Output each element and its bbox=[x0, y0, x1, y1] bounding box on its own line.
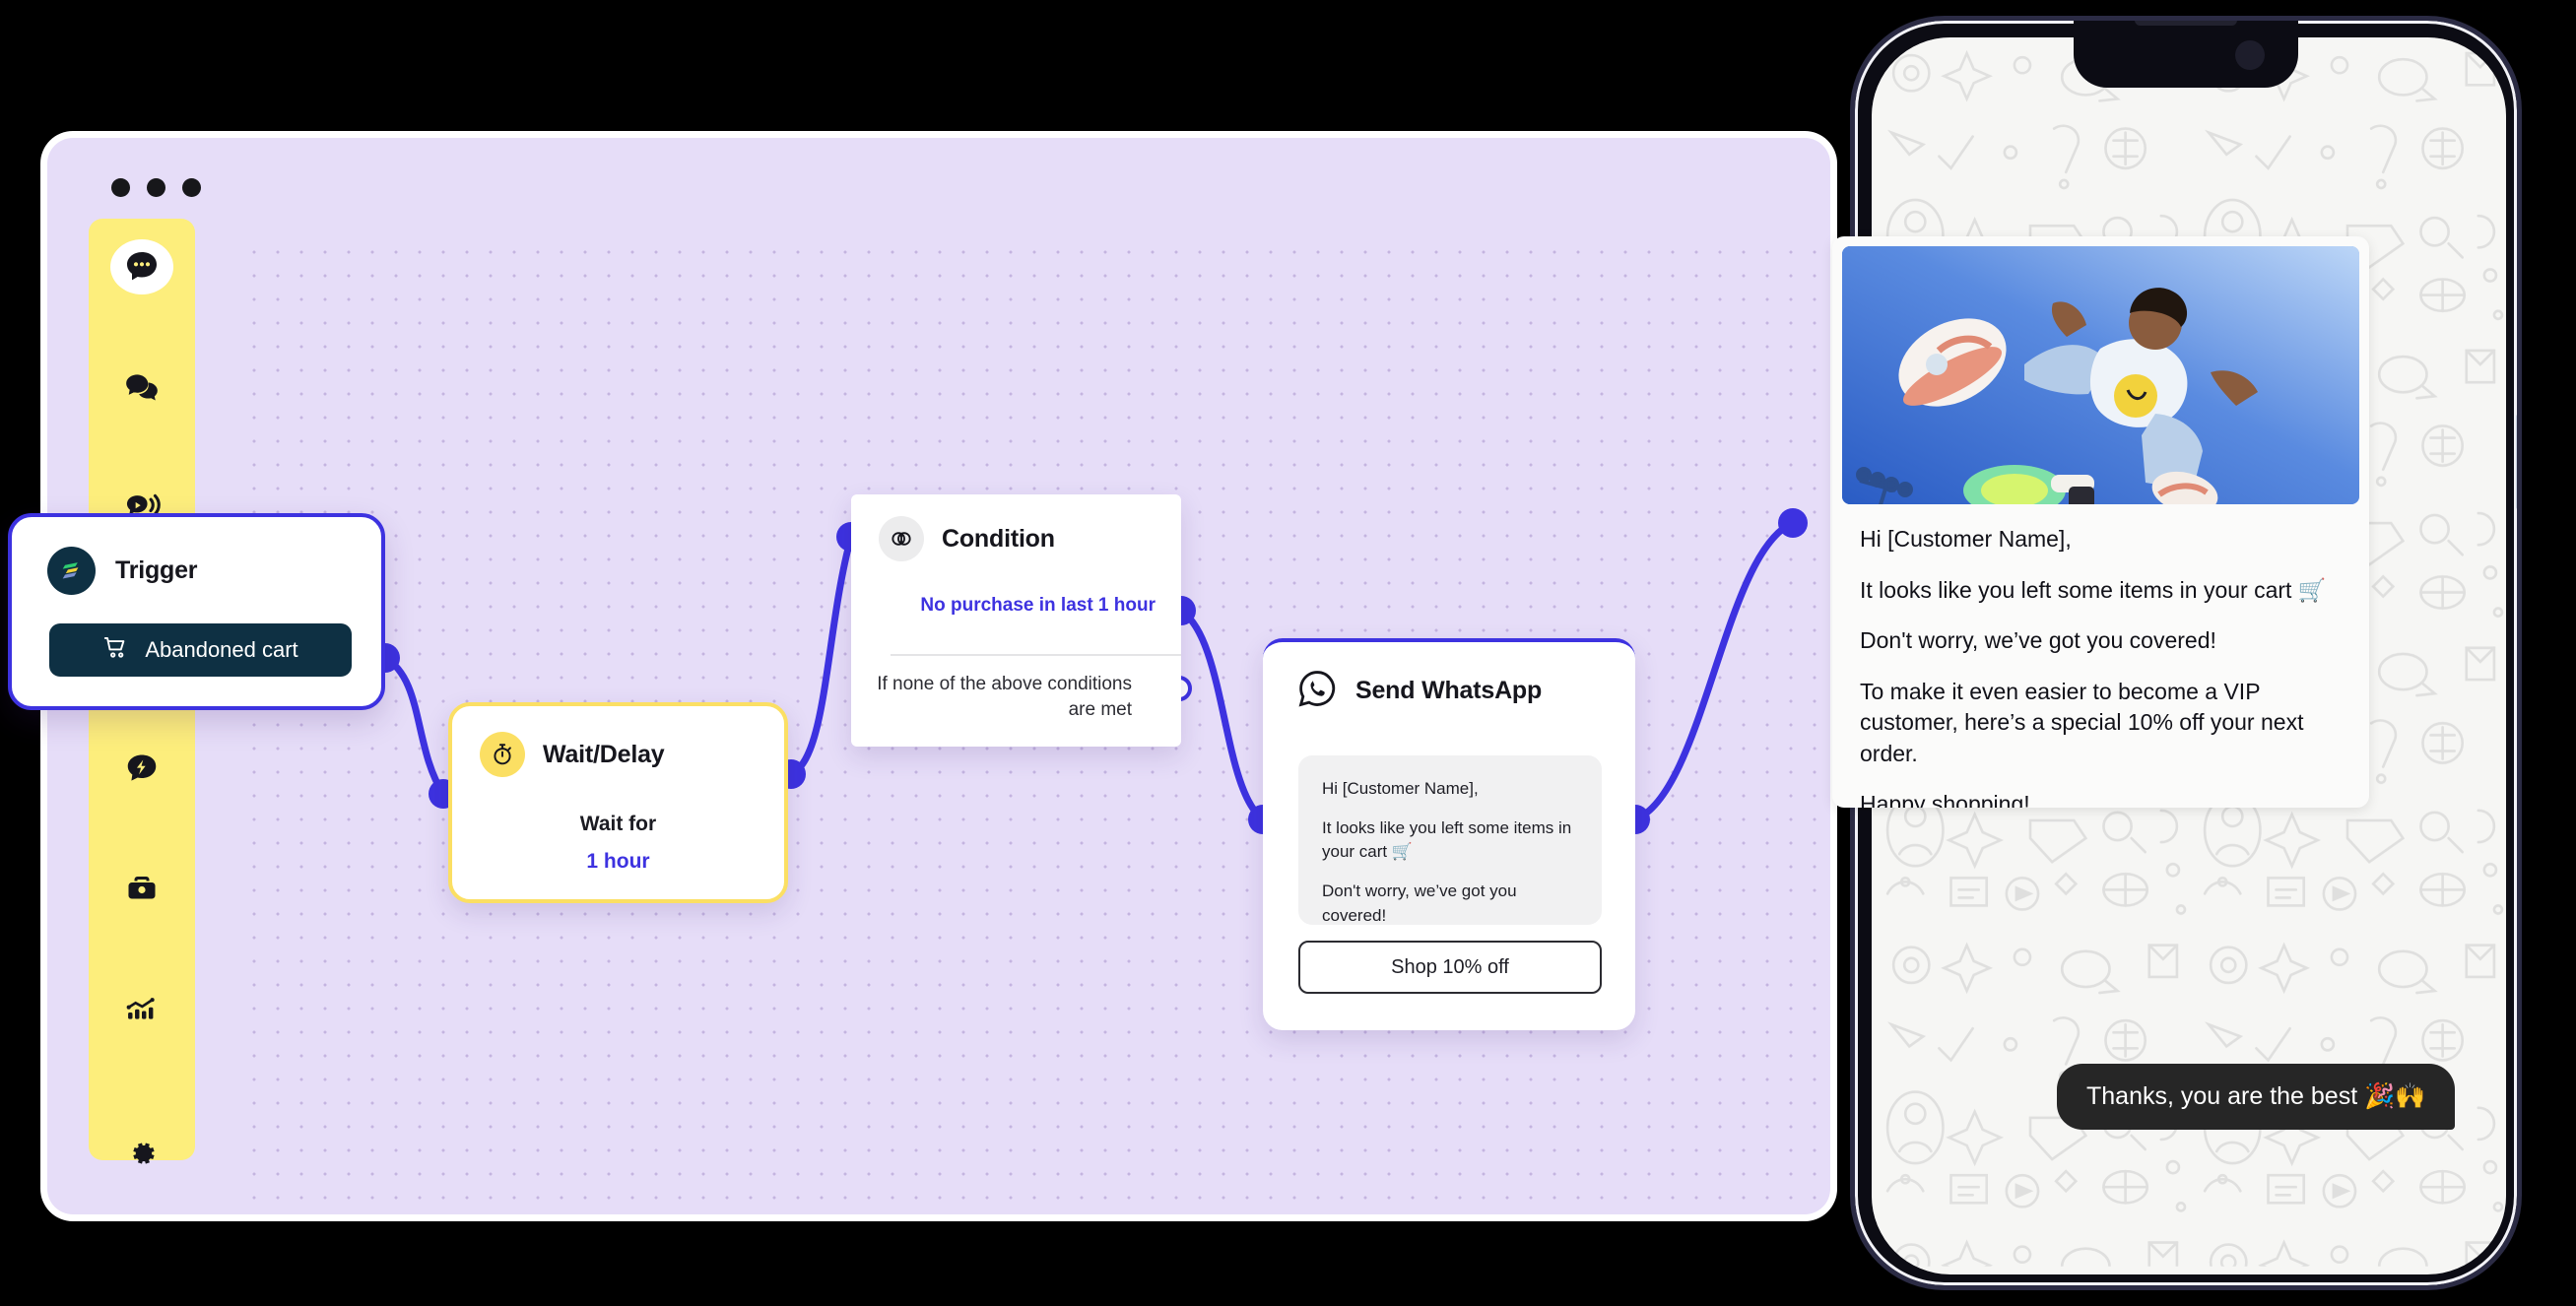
wa-line-3: Don't worry, we’ve got you covered! bbox=[1322, 882, 1517, 925]
abandoned-cart-label: Abandoned cart bbox=[145, 637, 298, 662]
chat-bolt-icon bbox=[123, 750, 161, 787]
whatsapp-header: Send WhatsApp bbox=[1263, 642, 1635, 714]
condition-branch-fallback[interactable]: If none of the above conditions are met bbox=[873, 672, 1132, 723]
chat-bubble-dots-icon bbox=[122, 247, 162, 287]
phone-msg-line-2: It looks like you left some items in you… bbox=[1860, 576, 2327, 603]
window-dot-1[interactable] bbox=[111, 178, 130, 197]
wait-header: Wait/Delay bbox=[452, 706, 784, 777]
phone-msg-line-1: Hi [Customer Name], bbox=[1860, 526, 2072, 552]
whatsapp-icon bbox=[1296, 668, 1338, 714]
phone-message-text: Hi [Customer Name], It looks like you le… bbox=[1860, 524, 2345, 808]
phone-msg-line-4: To make it even easier to become a VIP c… bbox=[1860, 678, 2304, 766]
phone-msg-line-3: Don't worry, we’ve got you covered! bbox=[1860, 627, 2216, 653]
shop-cta-button[interactable]: Shop 10% off bbox=[1298, 941, 1602, 994]
sidebar-item-automation[interactable] bbox=[89, 738, 195, 799]
earpiece-speaker-icon bbox=[2135, 21, 2237, 26]
stopwatch-icon bbox=[480, 732, 525, 777]
brand-logo-icon bbox=[47, 547, 96, 595]
phone-msg-line-5: Happy shopping! bbox=[1860, 791, 2030, 808]
whatsapp-message-preview: Hi [Customer Name], It looks like you le… bbox=[1298, 755, 1602, 925]
phone-message-card: Hi [Customer Name], It looks like you le… bbox=[1832, 236, 2369, 808]
wa-line-2: It looks like you left some items in you… bbox=[1322, 818, 1572, 862]
shopping-cart-icon bbox=[102, 634, 129, 667]
condition-title: Condition bbox=[942, 524, 1055, 553]
briefcase-icon bbox=[124, 871, 160, 906]
flow-node-wait-delay[interactable]: Wait/Delay Wait for 1 hour bbox=[448, 702, 788, 903]
flow-node-send-whatsapp[interactable]: Send WhatsApp Hi [Customer Name], It loo… bbox=[1263, 638, 1635, 1030]
wait-for-label: Wait for bbox=[579, 813, 657, 835]
condition-divider bbox=[891, 654, 1181, 656]
venn-diagram-icon bbox=[879, 516, 924, 561]
chat-bubbles-icon bbox=[123, 368, 161, 406]
wait-body: Wait for 1 hour bbox=[452, 813, 784, 874]
sidebar-item-commerce[interactable] bbox=[89, 858, 195, 919]
window-dot-2[interactable] bbox=[147, 178, 165, 197]
skateboarder-photo bbox=[1842, 246, 2359, 504]
power-button[interactable] bbox=[2516, 415, 2517, 509]
wait-title: Wait/Delay bbox=[543, 740, 665, 768]
sidebar-item-settings[interactable] bbox=[89, 1123, 195, 1184]
flow-node-trigger[interactable]: Trigger Abandoned cart bbox=[8, 513, 385, 710]
whatsapp-title: Send WhatsApp bbox=[1355, 677, 1543, 704]
trigger-header: Trigger bbox=[12, 517, 381, 595]
front-camera-icon bbox=[2235, 40, 2265, 70]
flow-node-condition[interactable]: Condition No purchase in last 1 hour If … bbox=[851, 494, 1181, 747]
sidebar-item-conversations[interactable] bbox=[89, 357, 195, 418]
sidebar-item-chats[interactable] bbox=[89, 236, 195, 297]
window-traffic-lights[interactable] bbox=[111, 178, 201, 197]
phone-notch bbox=[2074, 21, 2298, 88]
wait-duration-value[interactable]: 1 hour bbox=[452, 850, 784, 874]
condition-header: Condition bbox=[851, 494, 1181, 561]
sidebar-item-analytics[interactable] bbox=[89, 978, 195, 1039]
window-dot-3[interactable] bbox=[182, 178, 201, 197]
wa-line-1: Hi [Customer Name], bbox=[1322, 779, 1479, 798]
gear-icon bbox=[124, 1136, 160, 1171]
phone-reply-bubble: Thanks, you are the best 🎉🙌 bbox=[2057, 1064, 2456, 1130]
condition-branch-true[interactable]: No purchase in last 1 hour bbox=[851, 595, 1156, 617]
analytics-chart-icon bbox=[123, 990, 161, 1027]
trigger-title: Trigger bbox=[115, 556, 198, 584]
abandoned-cart-button[interactable]: Abandoned cart bbox=[49, 623, 352, 677]
screenshot-root: Trigger Abandoned cart Wait/Delay Wait f… bbox=[0, 0, 2576, 1306]
